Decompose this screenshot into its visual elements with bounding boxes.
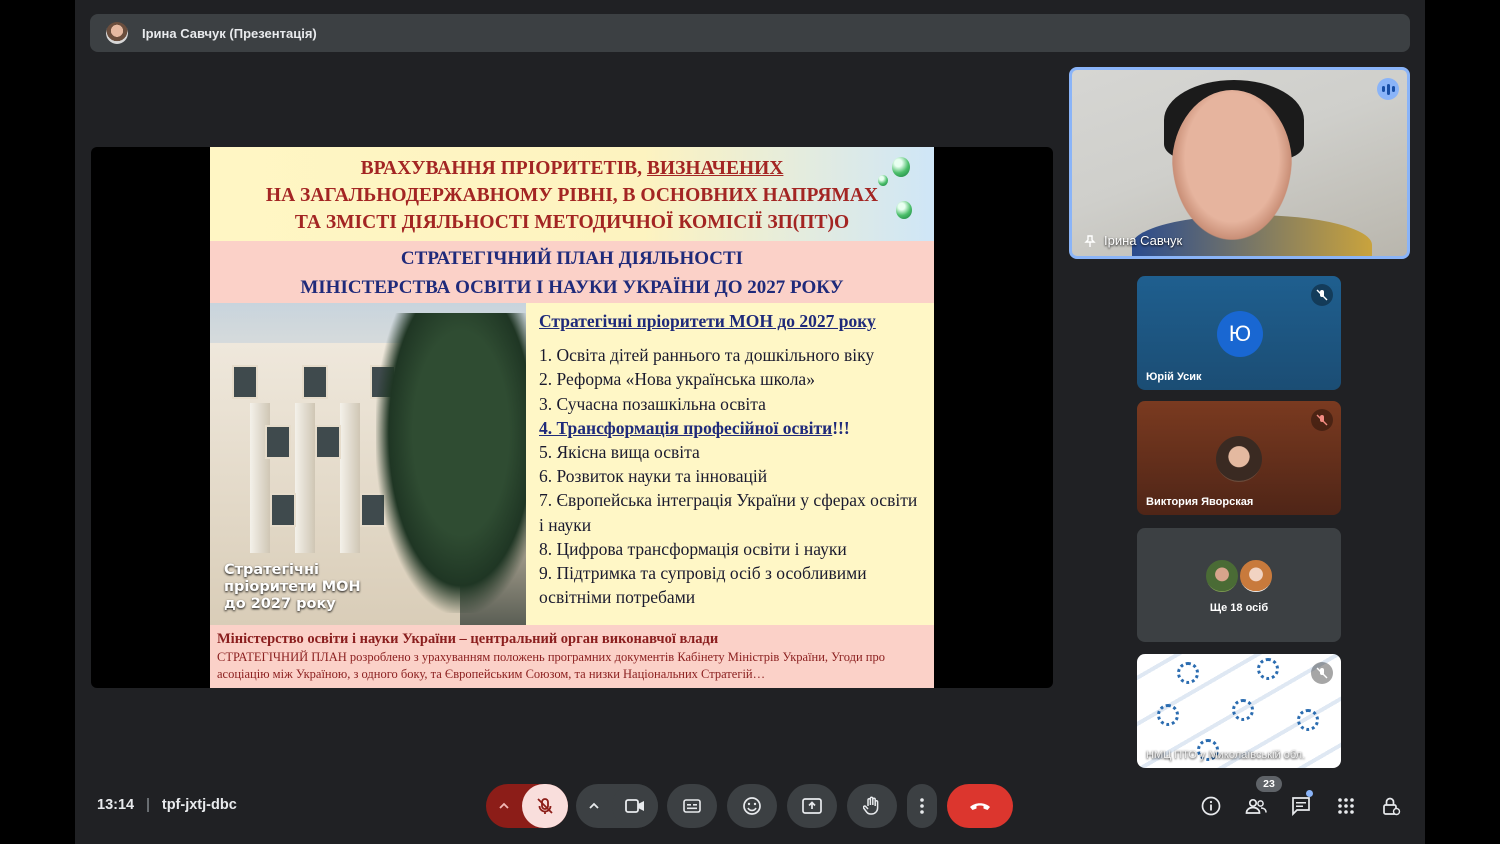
priority-item-7: 7. Європейська інтеграція України у сфер…	[539, 490, 918, 535]
host-controls-icon[interactable]	[1375, 790, 1407, 822]
speaker-name-label: Ірина Савчук	[1084, 233, 1182, 248]
raise-hand-icon[interactable]	[847, 784, 897, 828]
avatar	[1204, 558, 1240, 594]
photo-caption-line-1: Стратегічні	[224, 562, 319, 578]
priority-item-8: 8. Цифрова трансформація освіти і науки	[539, 538, 847, 559]
participant-tile-org[interactable]: НМЦ ПТО у Миколаївській обл.	[1137, 654, 1341, 768]
slide-subtitle-line-2: МІНІСТЕРСТВА ОСВІТИ І НАУКИ УКРАЇНИ ДО 2…	[300, 277, 844, 298]
water-drops-decoration	[876, 157, 916, 227]
avatar	[1216, 436, 1262, 482]
meeting-info: 13:14 | tpf-jxtj-dbc	[97, 797, 237, 813]
mic-off-icon[interactable]	[522, 784, 568, 828]
avatar: Ю	[1217, 311, 1263, 357]
slide-subtitle-line-1: СТРАТЕГІЧНИЙ ПЛАН ДІЯЛЬНОСТІ	[400, 248, 744, 269]
participant-tile-yurii[interactable]: Ю Юрій Усик	[1137, 276, 1341, 390]
slide-subtitle: СТРАТЕГІЧНИЙ ПЛАН ДІЯЛЬНОСТІ МІНІСТЕРСТВ…	[210, 241, 934, 303]
photo-caption-line-2: пріоритети МОН	[224, 579, 361, 595]
meeting-code[interactable]: tpf-jxtj-dbc	[162, 797, 237, 813]
priority-item-1: 1. Освіта дітей раннього та дошкільного …	[539, 345, 875, 366]
avatar	[1238, 558, 1274, 594]
priority-item-4-text: 4. Трансформація професійної освіти	[539, 417, 833, 438]
slide-header-line-3: ТА ЗМІСТІ ДІЯЛЬНОСТІ МЕТОДИЧНОЇ КОМІСІЇ …	[294, 212, 850, 233]
participant-tile-viktoria[interactable]: Виктория Яворская	[1137, 401, 1341, 515]
speaking-indicator-icon	[1377, 78, 1399, 100]
photo-caption-line-3: до 2027 року	[224, 596, 336, 612]
meet-window: Ірина Савчук (Презентація) ВРАХУВАННЯ ПР…	[75, 0, 1425, 844]
mic-control-group	[486, 784, 568, 828]
footer-text: СТРАТЕГІЧНИЙ ПЛАН розроблено з урахуванн…	[217, 650, 885, 681]
photo-caption: Стратегічні пріоритети МОН до 2027 року	[224, 562, 361, 613]
hang-up-icon[interactable]	[947, 784, 1013, 828]
participant-name: Юрій Усик	[1146, 371, 1202, 383]
presenter-avatar	[106, 22, 128, 44]
info-icon[interactable]	[1195, 790, 1227, 822]
chat-notification-dot	[1306, 790, 1313, 797]
people-icon[interactable]	[1240, 790, 1272, 822]
bottom-toolbar: 13:14 | tpf-jxtj-dbc 23	[75, 776, 1425, 834]
presenting-bar: Ірина Савчук (Презентація)	[90, 14, 1410, 52]
slide-header: ВРАХУВАННЯ ПРІОРИТЕТІВ, ВИЗНАЧЕНИХ НА ЗА…	[210, 147, 934, 241]
priority-item-4: 4. Трансформація професійної освіти!!!	[539, 416, 926, 440]
mic-off-icon	[1311, 284, 1333, 306]
slide-header-line-2: НА ЗАГАЛЬНОДЕРЖАВНОМУ РІВНІ, В ОСНОВНИХ …	[265, 185, 879, 206]
camera-control-group	[576, 784, 658, 828]
speaker-name: Ірина Савчук	[1104, 233, 1183, 248]
captions-icon[interactable]	[667, 784, 717, 828]
presentation-stage[interactable]: ВРАХУВАННЯ ПРІОРИТЕТІВ, ВИЗНАЧЕНИХ НА ЗА…	[91, 147, 1053, 688]
activities-icon[interactable]	[1330, 790, 1362, 822]
present-screen-icon[interactable]	[787, 784, 837, 828]
priority-item-2: 2. Реформа «Нова українська школа»	[539, 369, 815, 390]
speaker-tile[interactable]: Ірина Савчук	[1069, 67, 1410, 259]
mic-options-chevron-icon[interactable]	[486, 784, 522, 828]
priority-item-3: 3. Сучасна позашкільна освіта	[539, 393, 766, 414]
slide-header-line-1b: ВИЗНАЧЕНИХ	[646, 158, 784, 179]
slide-footer: Міністерство освіти і науки України – це…	[210, 625, 934, 688]
slide: ВРАХУВАННЯ ПРІОРИТЕТІВ, ВИЗНАЧЕНИХ НА ЗА…	[210, 147, 934, 688]
more-vertical-icon[interactable]	[907, 784, 937, 828]
pin-icon	[1084, 234, 1096, 247]
footer-title: Міністерство освіти і науки України – це…	[217, 631, 719, 647]
meeting-time: 13:14	[97, 797, 135, 813]
slide-header-line-1a: ВРАХУВАННЯ ПРІОРИТЕТІВ,	[360, 158, 647, 179]
meeting-separator: |	[146, 797, 150, 813]
more-participants-tile[interactable]: Ще 18 осіб	[1137, 528, 1341, 642]
video-camera-icon[interactable]	[612, 784, 658, 828]
priorities-list: Стратегічні пріоритети МОН до 2027 року …	[526, 303, 934, 625]
speaker-face	[1172, 90, 1292, 240]
mic-off-icon	[1311, 662, 1333, 684]
participant-name: Виктория Яворская	[1146, 496, 1254, 508]
priority-item-9: 9. Підтримка та супровід осіб з особливи…	[539, 563, 867, 608]
priority-item-5: 5. Якісна вища освіта	[539, 442, 700, 463]
presenter-label: Ірина Савчук (Презентація)	[142, 25, 317, 41]
priority-item-6: 6. Розвиток науки та інновацій	[539, 466, 768, 487]
priorities-title: Стратегічні пріоритети МОН до 2027 року	[539, 311, 876, 331]
camera-options-chevron-icon[interactable]	[576, 784, 612, 828]
priority-item-4-suffix: !!!	[832, 417, 850, 438]
ministry-building-photo: Стратегічні пріоритети МОН до 2027 року	[210, 303, 526, 625]
participant-name: НМЦ ПТО у Миколаївській обл.	[1146, 749, 1306, 761]
mic-off-icon	[1311, 409, 1333, 431]
emoji-icon[interactable]	[727, 784, 777, 828]
more-participants-label: Ще 18 осіб	[1209, 602, 1269, 614]
